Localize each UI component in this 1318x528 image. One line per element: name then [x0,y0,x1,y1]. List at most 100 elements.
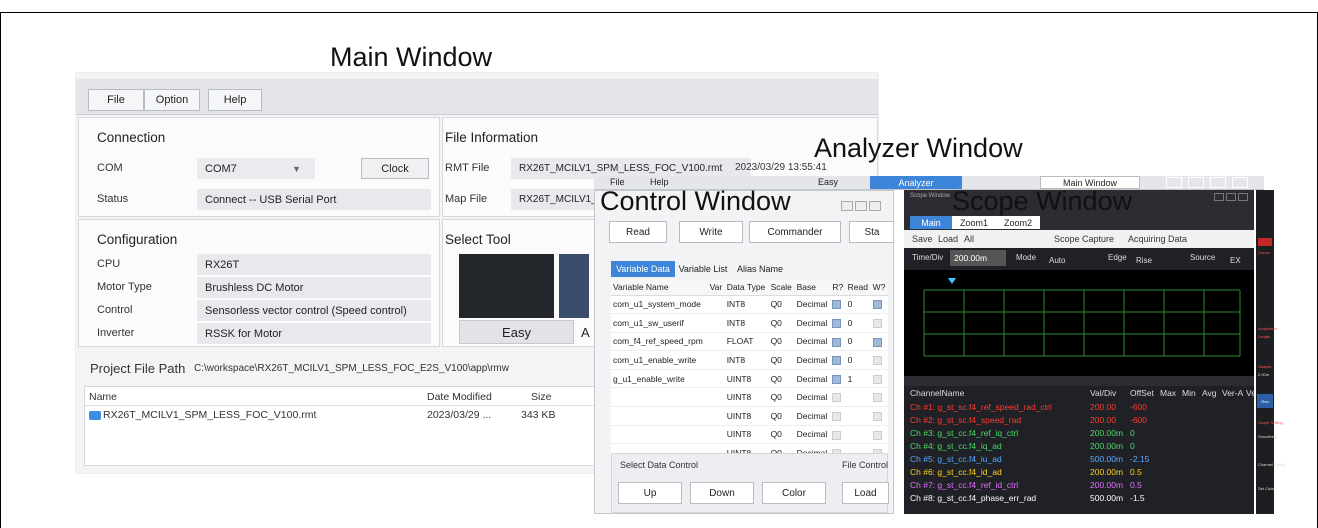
channel-val-div[interactable]: 500.00m [1090,454,1123,464]
channel-name[interactable]: Ch #6: g_st_cc.f4_id_ad [910,467,1002,477]
channel-offset[interactable]: 0.5 [1130,480,1142,490]
tab-main[interactable]: Main [910,216,952,229]
run-button[interactable]: Run [1257,394,1273,408]
minimize-icon[interactable] [1214,193,1224,201]
channel-val-div[interactable]: 200.00 [1090,402,1116,412]
channel-offset[interactable]: -2.15 [1130,454,1149,464]
all-select[interactable]: All [964,234,974,244]
scope-capture-button[interactable]: Scope Capture [1054,234,1114,244]
close-icon[interactable] [869,201,881,211]
table-row[interactable]: UINT8Q0Decimal [611,425,888,445]
read-checkbox[interactable] [830,387,846,408]
read-checkbox[interactable] [830,406,846,426]
table-row[interactable]: com_u1_system_mode INT8 Q0 Decimal 0 [611,295,888,315]
set-color-button[interactable]: Set Color [1258,486,1275,491]
channel-name[interactable]: Ch #5: g_st_cc.f4_iu_ad [910,454,1002,464]
write-checkbox[interactable] [870,332,888,352]
mode-analyzer[interactable]: Analyzer [870,176,962,189]
read-checkbox[interactable] [830,313,846,333]
maximize-icon[interactable] [855,201,867,211]
write-checkbox[interactable] [870,425,888,445]
save-button[interactable]: Save [912,234,933,244]
channel-name[interactable]: Ch #1: g_st_sc.f4_ref_speed_rad_ctrl [910,402,1052,412]
table-row[interactable]: com_u1_enable_write INT8 Q0 Decimal 0 [611,350,888,370]
cell-base: Decimal [794,313,831,333]
read-checkbox[interactable] [830,295,846,315]
sample-value[interactable]: 2.00m [1258,372,1269,377]
read-checkbox[interactable] [830,425,846,445]
channel-val-div[interactable]: 200.00m [1090,441,1123,451]
layout-icon[interactable] [1232,177,1248,188]
table-row[interactable]: com_u1_sw_userif INT8 Q0 Decimal 0 [611,313,888,333]
menu-file[interactable]: File [88,89,144,111]
write-checkbox[interactable] [870,295,888,315]
layout-icon[interactable] [1210,177,1226,188]
down-button[interactable]: Down [690,482,754,504]
maximize-icon[interactable] [1226,193,1236,201]
menu-help[interactable]: Help [208,89,262,111]
channel-offset[interactable]: -600 [1130,415,1147,425]
channel-name[interactable]: Ch #3: g_st_cc.f4_ref_iq_ctrl [910,428,1018,438]
tab-alias-name[interactable]: Alias Name [733,261,787,277]
smoothing-button[interactable]: Smoothing [1258,434,1277,439]
close-icon[interactable] [1238,193,1248,201]
channel-val-div[interactable]: 200.00m [1090,467,1123,477]
list-item[interactable]: RX26T_MCILV1_SPM_LESS_FOC_V100.rmt [89,409,316,421]
minimize-icon[interactable] [841,201,853,211]
mode-easy[interactable]: Easy [818,177,838,187]
write-checkbox[interactable] [870,387,888,408]
channel-offset[interactable]: 0 [1130,441,1135,451]
table-row[interactable]: g_u1_enable_write UINT8 Q0 Decimal 1 [611,369,888,389]
scope-plot[interactable] [904,270,1254,376]
read-checkbox[interactable] [830,332,846,352]
easy-tool-button[interactable]: Easy [459,320,574,344]
up-button[interactable]: Up [618,482,682,504]
write-checkbox[interactable] [870,406,888,426]
source-select[interactable]: EX [1230,256,1241,265]
channel-setting-button[interactable]: Channel Setting [1258,462,1286,467]
channel-val-div[interactable]: 200.00m [1090,428,1123,438]
channel-name[interactable]: Ch #2: g_st_sc.f4_speed_rad [910,415,1021,425]
menu-option[interactable]: Option [144,89,200,111]
load-button[interactable]: Load [938,234,958,244]
channel-name[interactable]: Ch #8: g_st_cc.f4_phase_err_rad [910,493,1036,503]
write-checkbox[interactable] [870,369,888,389]
channel-offset[interactable]: 0 [1130,428,1135,438]
table-row[interactable]: com_f4_ref_speed_rpm FLOAT Q0 Decimal 0 [611,332,888,352]
channel-val-div[interactable]: 200.00m [1090,480,1123,490]
variable-table: Variable Name Var Data Type Scale Base R… [611,279,888,463]
write-button[interactable]: Write [679,221,743,243]
load-button[interactable]: Load [842,482,889,504]
timediv-input[interactable]: 200.00m [950,250,1006,266]
start-button[interactable]: Sta [849,221,893,243]
tab-variable-list[interactable]: Variable List [675,261,731,277]
read-checkbox[interactable] [830,369,846,389]
trigger-marker[interactable] [948,278,956,284]
analyzer-tool-thumbnail[interactable] [559,254,589,318]
read-checkbox[interactable] [830,350,846,370]
layout-icon[interactable] [1166,177,1182,188]
layout-icon[interactable] [1188,177,1204,188]
channel-offset[interactable]: 0.5 [1130,467,1142,477]
write-checkbox[interactable] [870,350,888,370]
write-checkbox[interactable] [870,313,888,333]
tab-zoom1[interactable]: Zoom1 [952,216,996,229]
channel-name[interactable]: Ch #7: g_st_cc.f4_ref_id_ctrl [910,480,1018,490]
table-row[interactable]: UINT8Q0Decimal [611,406,888,426]
tab-zoom2[interactable]: Zoom2 [996,216,1040,229]
mode-select[interactable]: Auto [1049,256,1065,265]
channel-name[interactable]: Ch #4: g_st_cc.f4_iq_ad [910,441,1002,451]
easy-tool-thumbnail[interactable] [459,254,554,318]
clock-button[interactable]: Clock [361,158,429,179]
channel-offset[interactable]: -600 [1130,402,1147,412]
read-button[interactable]: Read [609,221,667,243]
com-select[interactable]: COM7 ▼ [197,158,315,179]
table-row[interactable]: UINT8Q0Decimal [611,387,888,408]
channel-val-div[interactable]: 200.00 [1090,415,1116,425]
channel-offset[interactable]: -1.5 [1130,493,1145,503]
commander-button[interactable]: Commander [749,221,841,243]
tab-variable-data[interactable]: Variable Data [611,261,675,277]
edge-select[interactable]: Rise [1136,256,1152,265]
color-button[interactable]: Color [762,482,826,504]
channel-val-div[interactable]: 500.00m [1090,493,1123,503]
